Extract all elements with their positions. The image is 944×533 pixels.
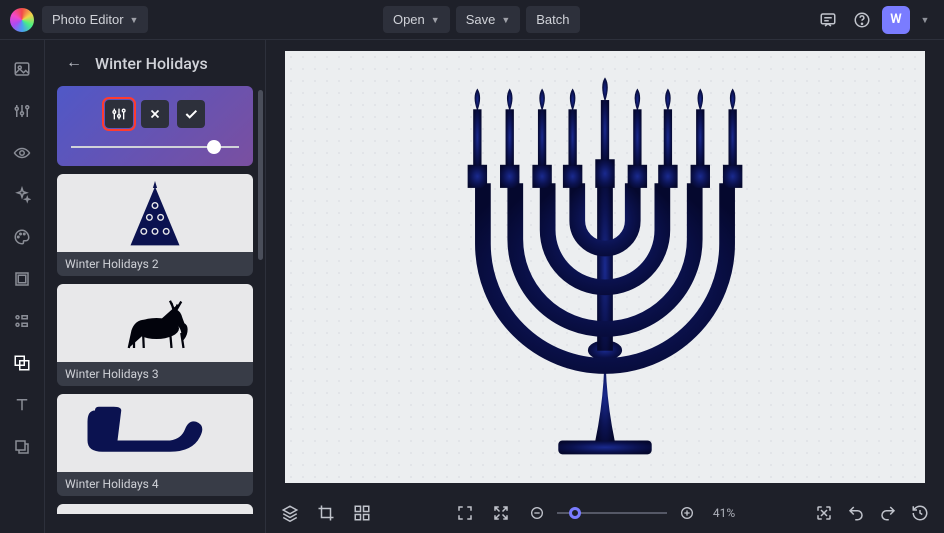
eye-icon[interactable] bbox=[7, 138, 37, 168]
active-preset-editor bbox=[57, 86, 253, 166]
preset-label: Winter Holidays 2 bbox=[57, 252, 253, 276]
adjust-icon[interactable] bbox=[7, 96, 37, 126]
history-icon[interactable] bbox=[906, 499, 934, 527]
panel-title: Winter Holidays bbox=[95, 54, 208, 73]
user-avatar[interactable]: W bbox=[882, 6, 910, 34]
save-button[interactable]: Save ▼ bbox=[456, 6, 521, 33]
panel-header: ← Winter Holidays bbox=[45, 40, 265, 86]
elements-icon[interactable] bbox=[7, 306, 37, 336]
menorah-artwork bbox=[420, 72, 790, 462]
feedback-icon[interactable] bbox=[814, 6, 842, 34]
preset-intensity-slider[interactable] bbox=[71, 146, 239, 148]
preset-item[interactable]: Winter Holidays 3 bbox=[57, 284, 253, 386]
chevron-down-icon: ▼ bbox=[921, 15, 930, 25]
preset-thumbnail bbox=[57, 394, 253, 472]
frame-icon[interactable] bbox=[7, 264, 37, 294]
compare-icon[interactable] bbox=[810, 499, 838, 527]
preset-item[interactable] bbox=[57, 504, 253, 514]
grid-icon[interactable] bbox=[348, 499, 376, 527]
zoom-slider-thumb[interactable] bbox=[569, 507, 581, 519]
slider-thumb[interactable] bbox=[207, 140, 221, 154]
preset-item[interactable]: Winter Holidays 2 bbox=[57, 174, 253, 276]
chevron-down-icon: ▼ bbox=[501, 15, 510, 25]
actual-size-icon[interactable] bbox=[487, 499, 515, 527]
preset-thumbnail bbox=[57, 174, 253, 252]
preset-cancel-button[interactable] bbox=[141, 100, 169, 128]
text-icon[interactable] bbox=[7, 390, 37, 420]
app-menu-dropdown[interactable]: Photo Editor ▼ bbox=[42, 6, 148, 33]
preset-label: Winter Holidays 4 bbox=[57, 472, 253, 496]
user-menu-chevron[interactable]: ▼ bbox=[916, 6, 934, 34]
zoom-percent: 41% bbox=[713, 506, 735, 520]
zoom-slider[interactable] bbox=[557, 512, 667, 514]
redo-icon[interactable] bbox=[874, 499, 902, 527]
layers-icon[interactable] bbox=[7, 432, 37, 462]
preset-thumbnail bbox=[57, 504, 253, 514]
zoom-controls: 41% bbox=[523, 499, 735, 527]
chevron-down-icon: ▼ bbox=[431, 15, 440, 25]
zoom-out-icon[interactable] bbox=[523, 499, 551, 527]
preset-thumbnail bbox=[57, 284, 253, 362]
chevron-down-icon: ▼ bbox=[130, 15, 139, 25]
tool-rail bbox=[0, 40, 44, 533]
scrollbar[interactable] bbox=[258, 90, 263, 260]
canvas-area bbox=[266, 40, 944, 493]
app-name: Photo Editor bbox=[52, 12, 124, 27]
preset-settings-button[interactable] bbox=[105, 100, 133, 128]
overlays-icon[interactable] bbox=[7, 348, 37, 378]
help-icon[interactable] bbox=[848, 6, 876, 34]
sparkle-icon[interactable] bbox=[7, 180, 37, 210]
preset-label: Winter Holidays 3 bbox=[57, 362, 253, 386]
layers-toggle-icon[interactable] bbox=[276, 499, 304, 527]
crop-icon[interactable] bbox=[312, 499, 340, 527]
palette-icon[interactable] bbox=[7, 222, 37, 252]
batch-button[interactable]: Batch bbox=[526, 6, 579, 33]
canvas[interactable] bbox=[285, 51, 925, 483]
undo-icon[interactable] bbox=[842, 499, 870, 527]
app-logo bbox=[10, 8, 34, 32]
preset-apply-button[interactable] bbox=[177, 100, 205, 128]
image-icon[interactable] bbox=[7, 54, 37, 84]
fit-screen-icon[interactable] bbox=[451, 499, 479, 527]
bottom-toolbar: 41% bbox=[266, 493, 944, 533]
back-arrow-icon[interactable]: ← bbox=[63, 52, 85, 74]
preset-item[interactable]: Winter Holidays 4 bbox=[57, 394, 253, 496]
zoom-in-icon[interactable] bbox=[673, 499, 701, 527]
presets-panel: ← Winter Holidays Win bbox=[44, 40, 266, 533]
open-button[interactable]: Open ▼ bbox=[383, 6, 450, 33]
